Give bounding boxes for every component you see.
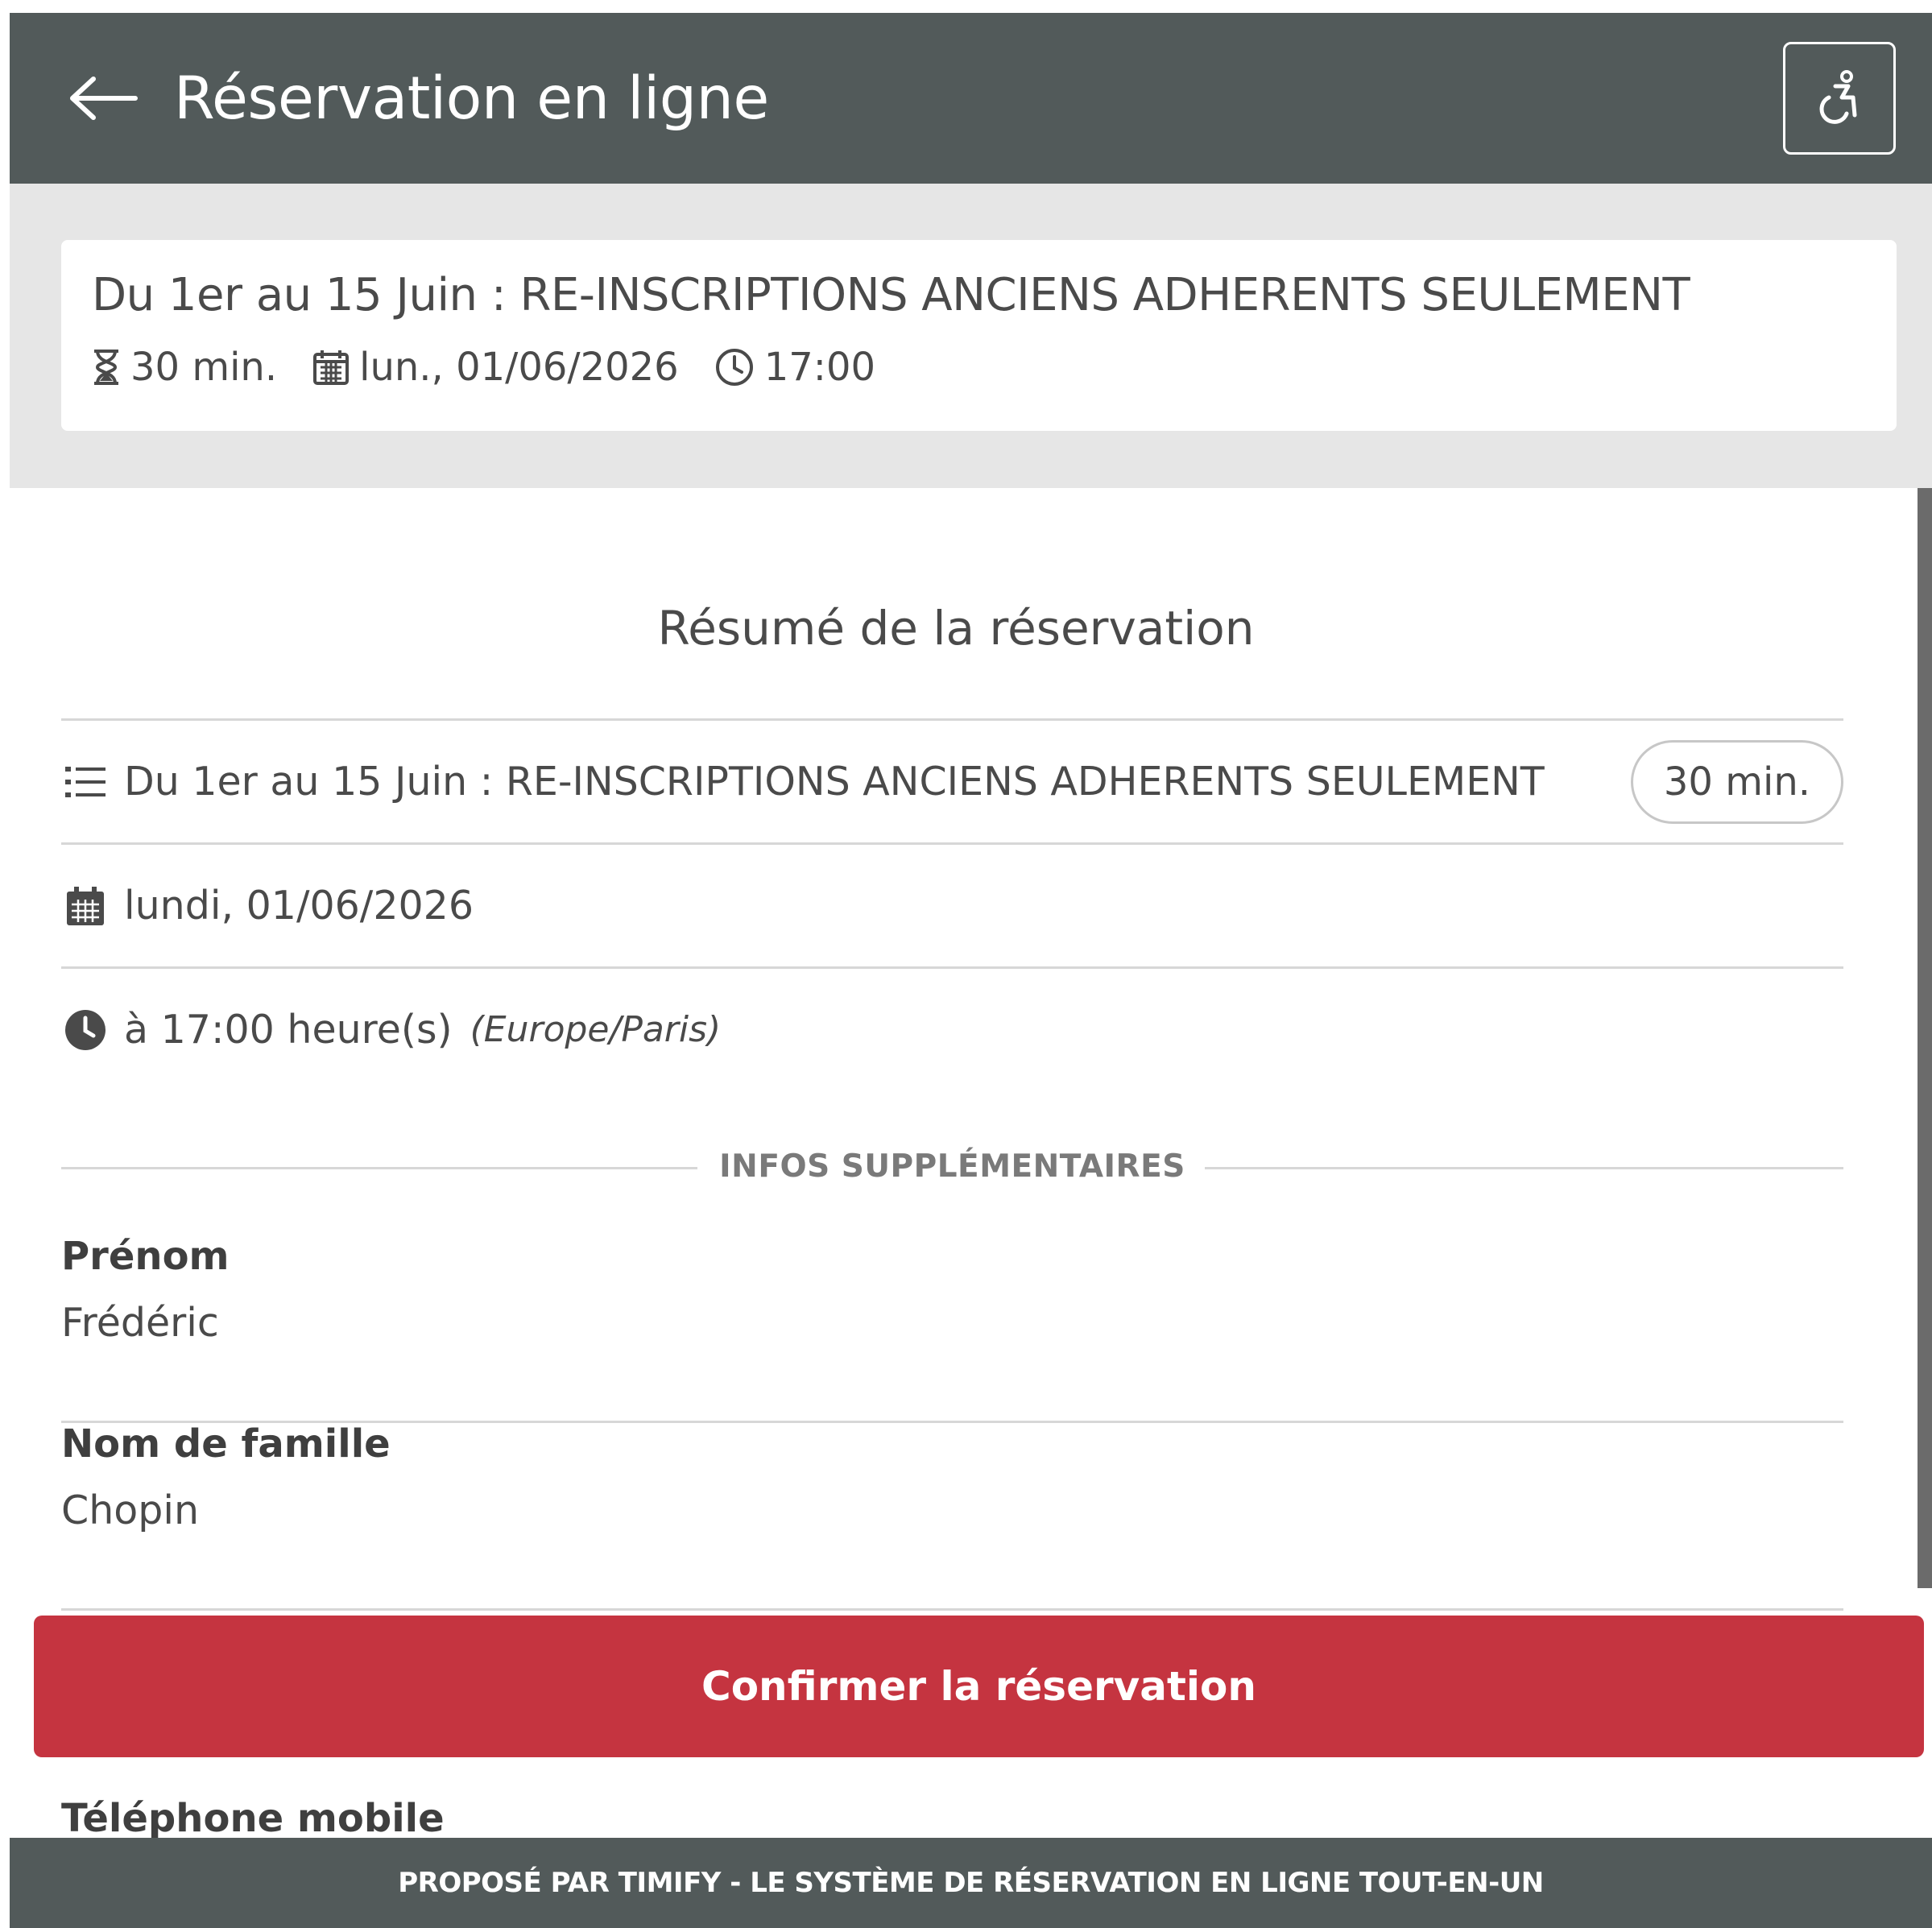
- page-title: Réservation en ligne: [174, 64, 769, 133]
- calendar-filled-icon: [67, 886, 104, 925]
- summary-time: à 17:00 heure(s): [124, 1007, 453, 1053]
- arrow-left-icon: [70, 77, 138, 120]
- scrollbar-thumb[interactable]: [1918, 488, 1932, 1588]
- service-card-meta: 30 min. lun., 01/06/2026 17:00: [92, 343, 875, 391]
- date-meta: lun., 01/06/2026: [312, 345, 679, 390]
- summary-row-service: Du 1er au 15 Juin : RE-INSCRIPTIONS ANCI…: [61, 718, 1843, 842]
- summary-row-time: à 17:00 heure(s) (Europe/Paris): [61, 966, 1843, 1090]
- field-label: Téléphone mobile: [61, 1796, 445, 1841]
- summary-service-name: Du 1er au 15 Juin : RE-INSCRIPTIONS ANCI…: [124, 759, 1545, 805]
- accessibility-button[interactable]: [1783, 42, 1896, 155]
- duration-badge: 30 min.: [1630, 740, 1843, 824]
- time-meta: 17:00: [714, 345, 875, 390]
- extra-info-label: INFOS SUPPLÉMENTAIRES: [719, 1148, 1185, 1185]
- calendar-icon-wrap: [61, 882, 110, 930]
- confirm-booking-button[interactable]: Confirmer la réservation: [34, 1616, 1924, 1757]
- field-last-name: Nom de famille Chopin: [61, 1421, 1843, 1611]
- clock-icon: [715, 349, 753, 386]
- calendar-icon: [313, 350, 350, 385]
- field-label: Nom de famille: [61, 1421, 391, 1467]
- field-first-name: Prénom Frédéric: [61, 1234, 1843, 1423]
- clock-filled-icon: [65, 1009, 105, 1050]
- service-summary-strip: Du 1er au 15 Juin : RE-INSCRIPTIONS ANCI…: [10, 184, 1932, 488]
- summary-date: lundi, 01/06/2026: [124, 883, 474, 929]
- time-text: 17:00: [763, 345, 876, 390]
- field-value: Chopin: [61, 1487, 200, 1533]
- back-button[interactable]: [68, 74, 140, 122]
- extra-info-divider: INFOS SUPPLÉMENTAIRES: [61, 1144, 1843, 1192]
- field-value: Frédéric: [61, 1300, 219, 1346]
- summary-title: Résumé de la réservation: [657, 601, 1255, 656]
- list-icon: [65, 766, 105, 797]
- clock-icon-wrap: [61, 1006, 110, 1054]
- service-card-title: Du 1er au 15 Juin : RE-INSCRIPTIONS ANCI…: [92, 269, 1690, 321]
- service-card: Du 1er au 15 Juin : RE-INSCRIPTIONS ANCI…: [61, 240, 1897, 431]
- booking-widget: Réservation en ligne Du 1er au 15 Juin :…: [10, 13, 1932, 1928]
- hourglass-icon: [94, 350, 118, 385]
- list-icon-wrap: [61, 758, 110, 806]
- date-text: lun., 01/06/2026: [359, 345, 679, 390]
- duration-meta: 30 min.: [92, 345, 277, 390]
- footer-text: PROPOSÉ PAR TIMIFY - LE SYSTÈME DE RÉSER…: [398, 1867, 1544, 1899]
- duration-text: 30 min.: [130, 345, 278, 390]
- header-bar: Réservation en ligne: [10, 13, 1932, 184]
- wheelchair-icon: [1819, 70, 1857, 124]
- footer-bar: PROPOSÉ PAR TIMIFY - LE SYSTÈME DE RÉSER…: [10, 1838, 1932, 1928]
- field-label: Prénom: [61, 1234, 230, 1279]
- summary-row-date: lundi, 01/06/2026: [61, 842, 1843, 966]
- summary-timezone: (Europe/Paris): [470, 1009, 722, 1050]
